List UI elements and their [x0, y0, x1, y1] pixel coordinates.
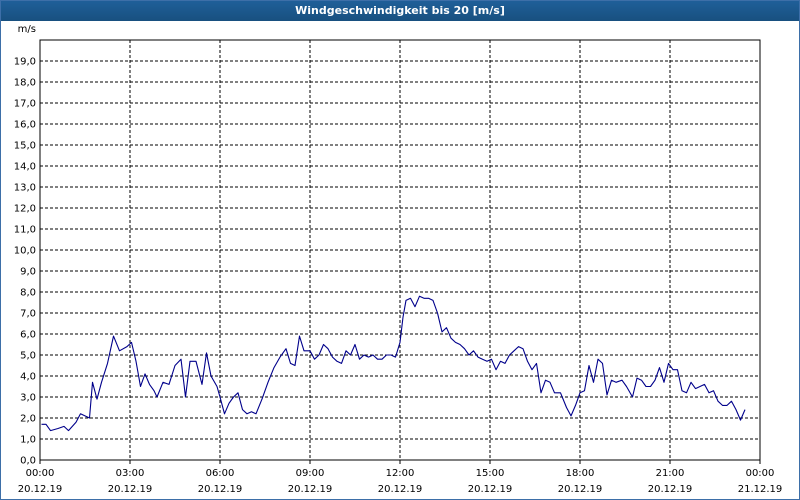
y-tick-label: 6,0 — [20, 330, 36, 341]
x-tick-date-label: 20.12.19 — [558, 484, 603, 495]
y-axis-unit-label: m/s — [18, 24, 36, 35]
y-tick-label: 12,0 — [14, 204, 36, 215]
x-tick-date-label: 20.12.19 — [378, 484, 423, 495]
y-tick-label: 1,0 — [20, 435, 36, 446]
y-tick-label: 4,0 — [20, 372, 36, 383]
y-tick-label: 18,0 — [14, 78, 36, 89]
y-tick-label: 19,0 — [14, 57, 36, 68]
y-tick-label: 11,0 — [14, 225, 36, 236]
x-tick-time-label: 03:00 — [116, 468, 145, 479]
x-tick-date-label: 20.12.19 — [468, 484, 513, 495]
y-tick-label: 16,0 — [14, 120, 36, 131]
x-tick-time-label: 15:00 — [476, 468, 505, 479]
x-tick-date-label: 20.12.19 — [108, 484, 153, 495]
x-tick-date-label: 20.12.19 — [648, 484, 693, 495]
y-tick-label: 8,0 — [20, 288, 36, 299]
x-tick-time-label: 00:00 — [26, 468, 55, 479]
x-tick-time-label: 18:00 — [566, 468, 595, 479]
y-tick-label: 0,0 — [20, 456, 36, 467]
y-tick-label: 9,0 — [20, 267, 36, 278]
y-tick-label: 15,0 — [14, 141, 36, 152]
y-tick-label: 10,0 — [14, 246, 36, 257]
chart-svg: 0,0 1,0 2,0 3,0 4,0 5,0 6,0 7,0 8,0 9,0 10,0 11,0 12… — [14, 24, 783, 495]
x-tick-date-label: 20.12.19 — [18, 484, 63, 495]
x-tick-time-label: 21:00 — [656, 468, 685, 479]
y-tick-label: 5,0 — [20, 351, 36, 362]
x-tick-time-label: 00:00 — [746, 468, 775, 479]
y-tick-label: 2,0 — [20, 414, 36, 425]
y-tick-label: 7,0 — [20, 309, 36, 320]
x-tick-time-label: 12:00 — [386, 468, 415, 479]
x-tick-date-label: 20.12.19 — [288, 484, 333, 495]
x-tick-date-label: 20.12.19 — [198, 484, 243, 495]
x-tick-date-label: 21.12.19 — [738, 484, 783, 495]
y-tick-label: 14,0 — [14, 162, 36, 173]
y-tick-label: 3,0 — [20, 393, 36, 404]
y-tick-label: 17,0 — [14, 99, 36, 110]
y-tick-label: 13,0 — [14, 183, 36, 194]
x-tick-time-label: 06:00 — [206, 468, 235, 479]
x-tick-time-label: 09:00 — [296, 468, 325, 479]
